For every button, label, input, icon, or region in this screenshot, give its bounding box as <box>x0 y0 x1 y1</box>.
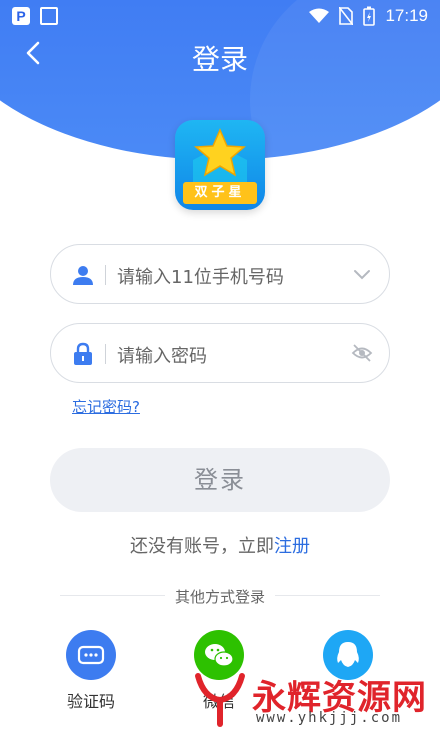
app-logo: 双子星 <box>175 120 265 210</box>
other-login-title-text: 其他方式登录 <box>164 588 275 606</box>
logo-label: 双子星 <box>183 182 257 204</box>
eye-hidden-icon[interactable] <box>351 342 373 364</box>
sd-card-icon <box>40 7 58 25</box>
battery-charging-icon <box>363 6 376 26</box>
register-prompt-text: 还没有账号，立即 <box>130 536 274 557</box>
wifi-icon <box>309 8 330 23</box>
watermark-logo <box>195 673 245 727</box>
user-icon <box>73 266 93 285</box>
lock-icon <box>74 342 92 365</box>
chevron-down-icon[interactable] <box>351 263 373 285</box>
status-bar: P 17:19 <box>0 0 440 34</box>
sms-code-label: 验证码 <box>66 692 115 711</box>
field-divider <box>105 265 106 285</box>
parking-notification-icon: P <box>12 7 30 25</box>
password-field[interactable]: 请输入密码 <box>50 323 390 383</box>
watermark: 永辉资源网 www.yhkjjj.com <box>190 668 440 730</box>
forgot-password-link[interactable]: 忘记密码? <box>72 396 140 417</box>
register-prompt: 还没有账号，立即注册 <box>0 532 440 558</box>
login-button[interactable]: 登录 <box>50 448 390 512</box>
field-divider <box>105 344 106 364</box>
other-login-title: 其他方式登录 <box>0 586 440 607</box>
no-sim-icon <box>339 7 354 25</box>
status-time: 17:19 <box>385 6 428 25</box>
sms-code-login-button[interactable]: 验证码 <box>51 630 131 712</box>
watermark-url: www.yhkjjj.com <box>256 710 403 726</box>
sms-code-icon <box>66 630 116 680</box>
phone-input[interactable]: 请输入11位手机号码 <box>117 263 284 289</box>
password-input[interactable]: 请输入密码 <box>117 342 207 368</box>
phone-field[interactable]: 请输入11位手机号码 <box>50 244 390 304</box>
page-title: 登录 <box>191 43 248 76</box>
register-link[interactable]: 注册 <box>274 536 310 557</box>
